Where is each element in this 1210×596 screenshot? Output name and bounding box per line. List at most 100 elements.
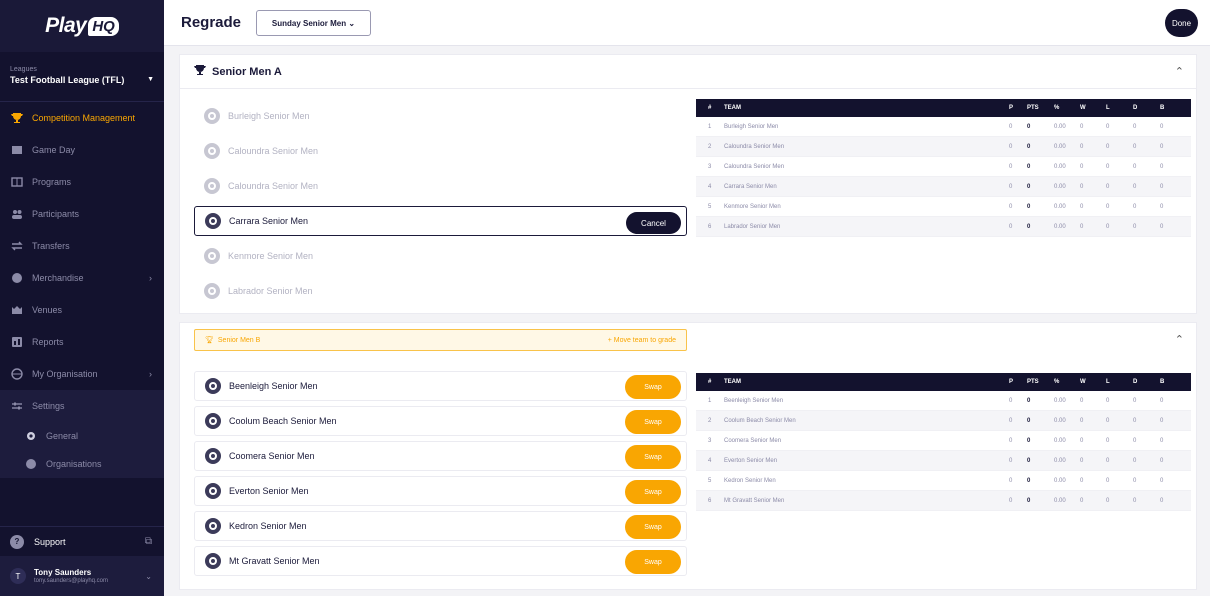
- team-name: Coomera Senior Men: [229, 451, 315, 461]
- grade-card-senior-men-b: 🏆︎ Senior Men B + Move team to grade ⌃ B…: [179, 322, 1197, 590]
- sidebar-item-reports[interactable]: Reports: [0, 326, 164, 358]
- sidebar-item-transfers[interactable]: Transfers: [0, 230, 164, 262]
- table-cell: 0: [1133, 497, 1137, 504]
- competition-select[interactable]: Sunday Senior Men ⌄: [256, 10, 371, 36]
- column-header: D: [1133, 105, 1138, 111]
- table-cell: 0: [1009, 203, 1013, 210]
- column-header: W: [1080, 379, 1086, 385]
- sidebar-item-competition-management[interactable]: Competition Management: [0, 102, 164, 134]
- table-cell: 0: [1027, 223, 1031, 230]
- ladder-table: # TEAM P PTS % W L D B 1 Burleigh Senior …: [696, 99, 1191, 237]
- table-cell: 0: [1106, 417, 1110, 424]
- table-cell: 0: [1027, 417, 1031, 424]
- team-name: Caloundra Senior Men: [228, 146, 319, 156]
- team-row[interactable]: Mt Gravatt Senior Men Swap: [194, 546, 687, 576]
- table-cell: Coomera Senior Men: [724, 437, 782, 444]
- sidebar-item-venues[interactable]: Venues: [0, 294, 164, 326]
- league-selector[interactable]: Leagues Test Football League (TFL) ▼: [0, 52, 164, 102]
- team-row[interactable]: Beenleigh Senior Men Swap: [194, 371, 687, 401]
- chevron-up-icon[interactable]: ⌃: [1175, 65, 1184, 78]
- table-cell: 0: [1027, 457, 1031, 464]
- team-name: Everton Senior Men: [229, 486, 309, 496]
- sidebar-item-participants[interactable]: Participants: [0, 198, 164, 230]
- swap-button[interactable]: Swap: [625, 480, 681, 504]
- team-row-selected[interactable]: Carrara Senior Men Cancel: [194, 206, 687, 236]
- swap-button[interactable]: Swap: [625, 550, 681, 574]
- participants-icon: [10, 207, 24, 221]
- swap-button[interactable]: Swap: [625, 410, 681, 434]
- swap-button[interactable]: Swap: [625, 445, 681, 469]
- sidebar-item-settings[interactable]: Settings: [0, 390, 164, 422]
- topbar: Regrade Sunday Senior Men ⌄ Done: [164, 0, 1210, 46]
- done-button[interactable]: Done: [1165, 9, 1198, 37]
- table-cell: 0: [1080, 183, 1084, 190]
- team-logo-icon: [204, 248, 220, 264]
- user-menu[interactable]: T Tony Saunders tony.saunders@playhq.com…: [0, 556, 164, 596]
- team-row[interactable]: Caloundra Senior Men: [194, 136, 687, 166]
- organisation-icon: [10, 367, 24, 381]
- table-cell: 0.00: [1054, 143, 1066, 150]
- sidebar-item-game-day[interactable]: Game Day: [0, 134, 164, 166]
- table-cell: 0: [1009, 417, 1013, 424]
- team-row[interactable]: Everton Senior Men Swap: [194, 476, 687, 506]
- team-name: Kedron Senior Men: [229, 521, 307, 531]
- sidebar-item-merchandise[interactable]: Merchandise ›: [0, 262, 164, 294]
- table-row: 3 Caloundra Senior Men 0 0 0.00 0 0 0 0: [696, 157, 1191, 177]
- column-header: PTS: [1027, 379, 1039, 385]
- table-cell: 0: [1160, 183, 1164, 190]
- table-cell: 0: [1027, 143, 1031, 150]
- team-row[interactable]: Coolum Beach Senior Men Swap: [194, 406, 687, 436]
- sidebar-item-label: Competition Management: [32, 113, 136, 123]
- chevron-up-icon[interactable]: ⌃: [1175, 333, 1184, 346]
- team-row[interactable]: Caloundra Senior Men: [194, 171, 687, 201]
- swap-button[interactable]: Swap: [625, 375, 681, 399]
- table-cell: 0: [1027, 397, 1031, 404]
- support-link[interactable]: ? Support ⧉: [0, 526, 164, 556]
- team-name: Coolum Beach Senior Men: [229, 416, 337, 426]
- move-team-link[interactable]: + Move team to grade: [608, 337, 676, 344]
- team-row[interactable]: Kedron Senior Men Swap: [194, 511, 687, 541]
- game-day-icon: [10, 143, 24, 157]
- table-cell: 0: [1160, 143, 1164, 150]
- table-cell: 0: [1027, 477, 1031, 484]
- table-cell: 0: [1009, 397, 1013, 404]
- team-row[interactable]: Labrador Senior Men: [194, 276, 687, 306]
- team-name: Beenleigh Senior Men: [229, 381, 318, 391]
- team-row[interactable]: Burleigh Senior Men: [194, 101, 687, 131]
- team-logo-icon: [205, 213, 221, 229]
- table-cell: 0: [1160, 497, 1164, 504]
- table-cell: 0: [1106, 163, 1110, 170]
- grade-dropzone[interactable]: 🏆︎ Senior Men B + Move team to grade: [194, 329, 687, 351]
- table-cell: 0: [1160, 417, 1164, 424]
- cancel-button[interactable]: Cancel: [626, 212, 681, 234]
- user-name: Tony Saunders: [34, 568, 92, 577]
- table-cell: 1: [708, 123, 712, 130]
- ladder-table: # TEAM P PTS % W L D B 1 Beenleigh Senior…: [696, 373, 1191, 511]
- table-row: 6 Labrador Senior Men 0 0 0.00 0 0 0 0: [696, 217, 1191, 237]
- team-row[interactable]: Coomera Senior Men Swap: [194, 441, 687, 471]
- table-cell: Beenleigh Senior Men: [724, 397, 784, 404]
- league-label: Leagues: [10, 66, 37, 73]
- table-row: 1 Burleigh Senior Men 0 0 0.00 0 0 0 0: [696, 117, 1191, 137]
- table-cell: 0.00: [1054, 163, 1066, 170]
- sidebar-item-my-organisation[interactable]: My Organisation ›: [0, 358, 164, 390]
- table-cell: 0: [1080, 457, 1084, 464]
- page-title: Regrade: [181, 14, 242, 31]
- league-name: Test Football League (TFL): [10, 75, 125, 85]
- sidebar-item-programs[interactable]: Programs: [0, 166, 164, 198]
- table-cell: 0: [1027, 437, 1031, 444]
- trophy-icon: [10, 111, 24, 125]
- sidebar-subitem-organisations[interactable]: Organisations: [0, 450, 164, 478]
- table-cell: Coolum Beach Senior Men: [724, 417, 796, 424]
- swap-button[interactable]: Swap: [625, 515, 681, 539]
- table-cell: 0: [1106, 397, 1110, 404]
- table-cell: 0: [1160, 123, 1164, 130]
- sidebar-subitem-general[interactable]: General: [0, 422, 164, 450]
- table-cell: 0: [1027, 163, 1031, 170]
- playhq-logo[interactable]: Play HQ: [0, 0, 164, 52]
- column-header: %: [1054, 105, 1060, 111]
- column-header: TEAM: [724, 105, 741, 111]
- grade-title: Senior Men A: [212, 65, 282, 78]
- external-link-icon: ⧉: [144, 536, 152, 547]
- team-row[interactable]: Kenmore Senior Men: [194, 241, 687, 271]
